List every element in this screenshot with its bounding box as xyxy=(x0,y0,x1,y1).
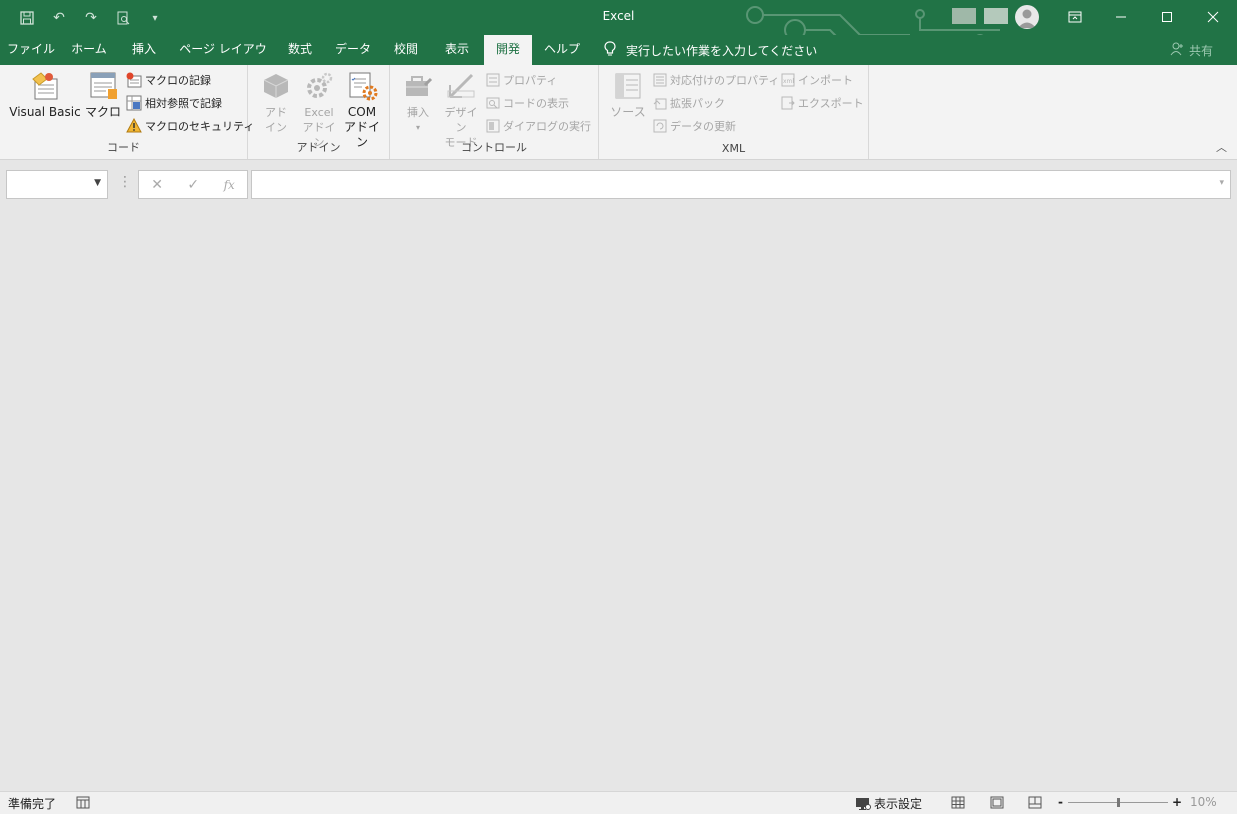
avatar[interactable] xyxy=(1015,5,1039,29)
addin-button[interactable]: アド イン xyxy=(258,71,294,135)
status-bar: 準備完了 表示設定 - + 10% xyxy=(0,791,1237,814)
collapse-ribbon-icon[interactable]: ︿ xyxy=(1216,139,1227,155)
ribbon-display-options-button[interactable] xyxy=(1052,0,1098,33)
export-icon xyxy=(781,96,795,110)
close-button[interactable] xyxy=(1190,0,1236,33)
lightbulb-icon xyxy=(604,40,616,60)
formula-buttons: ✕ ✓ fx xyxy=(138,170,248,199)
view-code-button[interactable]: コードの表示 xyxy=(486,93,569,113)
record-macro-button[interactable]: マクロの記録 xyxy=(126,70,211,90)
group-controls: 挿入 ▾ デザイン モード プロパティ コードの表示 ダイアログの実行 コントロ… xyxy=(390,65,599,159)
cancel-entry-icon[interactable]: ✕ xyxy=(151,177,163,193)
user-name-blurred xyxy=(952,8,976,24)
tab-view[interactable]: 表示 xyxy=(436,35,478,65)
expansion-packs-button[interactable]: 拡張パック xyxy=(653,93,725,113)
refresh-data-icon xyxy=(653,119,667,133)
maximize-button[interactable] xyxy=(1144,0,1190,33)
ribbon: Visual Basic マクロ マクロの記録 相対参照で記録 マクロのセキュリ… xyxy=(0,65,1237,160)
relative-reference-icon xyxy=(126,95,142,111)
tab-file[interactable]: ファイル xyxy=(4,35,58,65)
import-button[interactable]: xml インポート xyxy=(781,70,853,90)
person-icon xyxy=(1170,42,1184,59)
status-ready: 準備完了 xyxy=(8,797,57,811)
formula-bar-grip-icon[interactable]: ⋮ xyxy=(118,174,132,190)
run-dialog-button[interactable]: ダイアログの実行 xyxy=(486,116,591,136)
group-code: Visual Basic マクロ マクロの記録 相対参照で記録 マクロのセキュリ… xyxy=(0,65,254,159)
name-box-dropdown-icon[interactable]: ▼ xyxy=(94,178,101,188)
insert-function-icon[interactable]: fx xyxy=(224,178,235,192)
title-bar: ↶ ↷ ▾ Excel xyxy=(0,0,1237,56)
refresh-data-button[interactable]: データの更新 xyxy=(653,116,736,136)
properties-icon xyxy=(486,73,500,87)
insert-control-button[interactable]: 挿入 ▾ xyxy=(400,71,436,135)
confirm-entry-icon[interactable]: ✓ xyxy=(187,177,199,193)
group-xml: ソース 対応付けのプロパティ 拡張パック データの更新 xml インポート エク… xyxy=(599,65,869,159)
group-label-controls: コントロール xyxy=(461,141,527,154)
tab-developer[interactable]: 開発 xyxy=(484,35,532,65)
formula-input[interactable]: ▾ xyxy=(251,170,1231,199)
record-macro-icon xyxy=(126,72,142,88)
minimize-button[interactable] xyxy=(1098,0,1144,33)
map-properties-button[interactable]: 対応付けのプロパティ xyxy=(653,70,779,90)
tab-help[interactable]: ヘルプ xyxy=(538,35,586,65)
run-dialog-icon xyxy=(486,119,500,133)
zoom-level[interactable]: 10% xyxy=(1190,795,1217,809)
zoom-in-button[interactable]: + xyxy=(1172,795,1182,809)
display-settings-button[interactable]: 表示設定 xyxy=(855,795,922,812)
tab-insert[interactable]: 挿入 xyxy=(122,35,166,65)
com-addin-icon xyxy=(349,72,378,101)
warning-icon xyxy=(126,118,142,133)
addin-cube-icon xyxy=(263,74,289,98)
page-break-preview-icon[interactable] xyxy=(1028,796,1042,812)
share-button[interactable]: 共有 xyxy=(1170,35,1213,65)
visual-basic-label: Visual Basic xyxy=(9,105,81,119)
macro-security-button[interactable]: マクロのセキュリティ xyxy=(126,116,254,136)
properties-button[interactable]: プロパティ xyxy=(486,70,557,90)
empty-workspace xyxy=(0,206,1237,791)
accessibility-icon[interactable] xyxy=(76,796,90,812)
design-mode-icon xyxy=(447,73,475,99)
macro-button[interactable]: マクロ xyxy=(84,71,122,120)
relative-reference-button[interactable]: 相対参照で記録 xyxy=(126,93,222,113)
xml-source-button[interactable]: ソース xyxy=(607,71,649,120)
group-label-addins: アドイン xyxy=(296,141,341,154)
normal-view-icon[interactable] xyxy=(951,796,965,812)
macro-label: マクロ xyxy=(84,105,121,119)
ribbon-tab-bar: ファイル ホーム 挿入 ページ レイアウト 数式 データ 校閲 表示 開発 ヘル… xyxy=(0,35,1237,85)
name-box[interactable]: ▼ xyxy=(6,170,108,199)
tab-page-layout[interactable]: ページ レイアウト xyxy=(174,35,272,85)
tell-me-text: 実行したい作業を入力してください xyxy=(626,43,818,58)
gear-icon xyxy=(307,72,333,98)
tab-review[interactable]: 校閲 xyxy=(384,35,428,65)
visual-basic-icon xyxy=(32,72,58,100)
visual-basic-button[interactable]: Visual Basic xyxy=(8,71,82,120)
tell-me-box[interactable]: 実行したい作業を入力してください xyxy=(604,35,817,65)
zoom-out-button[interactable]: - xyxy=(1058,795,1063,809)
group-addins: アド イン Excel アドイン COM アドイン アドイン xyxy=(248,65,390,159)
view-code-icon xyxy=(486,97,500,109)
export-button[interactable]: エクスポート xyxy=(781,93,864,113)
toolbox-icon xyxy=(406,76,433,96)
group-label-xml: XML xyxy=(721,142,746,155)
macro-icon xyxy=(90,72,117,99)
map-properties-icon xyxy=(653,73,667,87)
svg-text:xml: xml xyxy=(783,78,794,85)
page-layout-view-icon[interactable] xyxy=(990,796,1004,812)
user-name-blurred xyxy=(984,8,1008,24)
import-icon: xml xyxy=(781,73,795,87)
expansion-packs-icon xyxy=(653,98,667,110)
zoom-slider-thumb[interactable] xyxy=(1117,798,1120,807)
formula-bar: ▼ ⋮ ✕ ✓ fx ▾ xyxy=(0,160,1237,206)
tab-home[interactable]: ホーム xyxy=(62,35,116,65)
tab-formulas[interactable]: 数式 xyxy=(280,35,320,65)
expand-formula-bar-icon[interactable]: ▾ xyxy=(1219,178,1224,188)
xml-source-icon xyxy=(615,73,641,99)
chevron-down-icon: ▾ xyxy=(415,123,420,132)
tab-data[interactable]: データ xyxy=(328,35,378,65)
share-label: 共有 xyxy=(1189,43,1214,58)
monitor-icon xyxy=(856,797,871,810)
group-label-code: コード xyxy=(107,141,140,154)
